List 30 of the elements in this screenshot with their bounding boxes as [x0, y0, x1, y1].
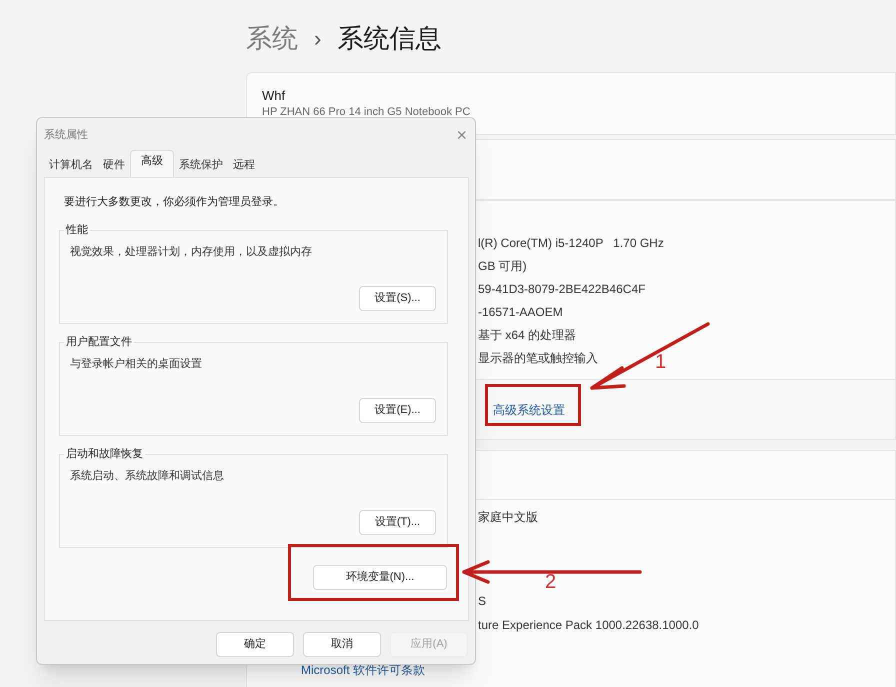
spec-value: l(R) Core(TM) i5-1240P 1.70 GHz — [478, 235, 664, 252]
group-description: 系统启动、系统故障和调试信息 — [70, 468, 225, 484]
environment-variables-button[interactable]: 环境变量(N)... — [313, 565, 447, 590]
settings-button[interactable]: 设置(T)... — [359, 510, 436, 535]
advanced-settings-link[interactable]: 高级系统设置 — [493, 400, 565, 418]
device-model: HP ZHAN 66 Pro 14 inch G5 Notebook PC — [262, 105, 472, 119]
settings-button[interactable]: 设置(S)... — [359, 286, 436, 311]
spec-value: S — [478, 593, 486, 609]
spec-value: 显示器的笔或触控输入 — [478, 350, 598, 367]
dialog-button[interactable]: 取消 — [303, 632, 381, 657]
annotation-number: 2 — [545, 572, 556, 592]
group-description: 视觉效果，处理器计划，内存使用，以及虚拟内存 — [70, 244, 313, 260]
spec-value: ture Experience Pack 1000.22638.1000.0 — [478, 617, 699, 633]
spec-value: 家庭中文版 — [478, 509, 538, 525]
spec-value: 59-41D3-8079-2BE422B46C4F — [478, 281, 646, 298]
spec-value: -16571-AAOEM — [478, 304, 563, 321]
license-link[interactable]: Microsoft 软件许可条款 — [301, 662, 426, 678]
spec-value: 基于 x64 的处理器 — [478, 327, 576, 344]
device-name: Whf — [262, 87, 286, 105]
annotation-number: 1 — [655, 352, 666, 372]
breadcrumb-parent[interactable]: 系统 — [246, 18, 298, 58]
notice-text: 要进行大多数更改，你必须作为管理员登录。 — [64, 194, 285, 210]
settings-button[interactable]: 设置(E)... — [359, 398, 436, 423]
spec-value: GB 可用) — [478, 258, 527, 275]
window-title: 系统属性 — [44, 128, 88, 143]
page-title: 系统信息 — [337, 22, 442, 54]
group-description: 与登录帐户相关的桌面设置 — [70, 356, 203, 372]
dialog-button[interactable]: 确定 — [216, 632, 294, 657]
breadcrumb-separator: › — [314, 24, 322, 52]
tab[interactable]: 高级 — [130, 150, 174, 177]
